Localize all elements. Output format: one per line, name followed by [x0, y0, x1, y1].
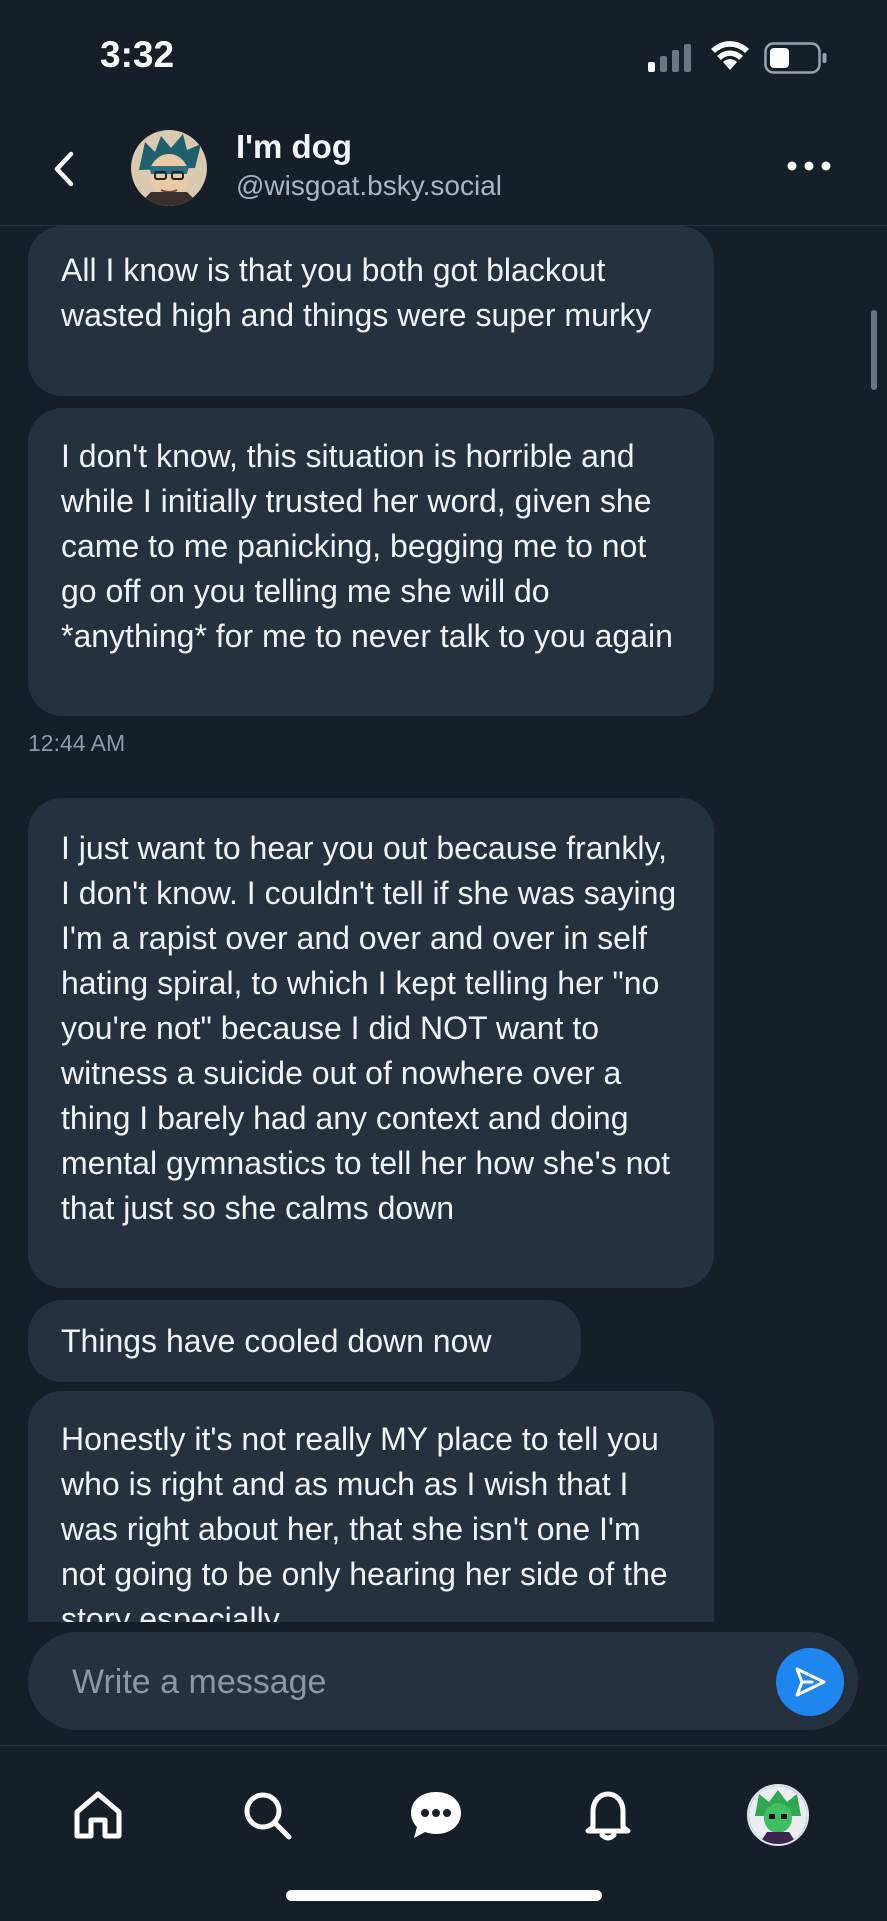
message-bubble[interactable]: I just want to hear you out because fran…	[28, 798, 714, 1288]
nav-search[interactable]	[232, 1780, 302, 1850]
wifi-icon	[711, 41, 749, 70]
status-bar: 3:32	[0, 0, 887, 110]
nav-profile[interactable]	[743, 1780, 813, 1850]
status-time: 3:32	[100, 34, 175, 75]
send-icon	[795, 1667, 826, 1697]
message-bubble[interactable]: I don't know, this situation is horrible…	[28, 408, 714, 716]
home-indicator[interactable]	[286, 1890, 602, 1901]
home-icon	[74, 1791, 122, 1839]
conversation-header: I'm dog @wisgoat.bsky.social	[0, 110, 887, 226]
more-options-button[interactable]	[786, 156, 832, 176]
message-input[interactable]	[70, 1654, 754, 1710]
message-composer	[28, 1632, 858, 1730]
nav-messages[interactable]	[401, 1780, 471, 1850]
contact-handle: @wisgoat.bsky.social	[236, 170, 502, 201]
nav-home[interactable]	[63, 1780, 133, 1850]
message-bubble[interactable]: Honestly it's not really MY place to tel…	[28, 1391, 714, 1622]
chevron-left-icon	[54, 151, 74, 187]
message-timestamp: 12:44 AM	[28, 730, 126, 756]
message-bubble[interactable]: Things have cooled down now	[28, 1300, 581, 1382]
nav-notifications[interactable]	[573, 1780, 643, 1850]
search-icon	[244, 1792, 292, 1840]
cellular-signal-icon	[648, 44, 691, 72]
scrollbar[interactable]	[871, 310, 877, 390]
back-button[interactable]	[44, 144, 84, 194]
message-bubble[interactable]: All I know is that you both got blackout…	[28, 226, 714, 396]
avatar-image	[131, 130, 207, 206]
battery-icon	[764, 42, 827, 74]
profile-avatar	[747, 1784, 809, 1846]
send-button[interactable]	[776, 1648, 844, 1716]
messages-icon	[411, 1792, 461, 1838]
notifications-icon	[585, 1791, 631, 1841]
message-list[interactable]: All I know is that you both got blackout…	[0, 226, 887, 1622]
avatar[interactable]	[131, 130, 207, 206]
contact-name: I'm dog	[236, 128, 352, 165]
more-horizontal-icon	[787, 161, 831, 171]
